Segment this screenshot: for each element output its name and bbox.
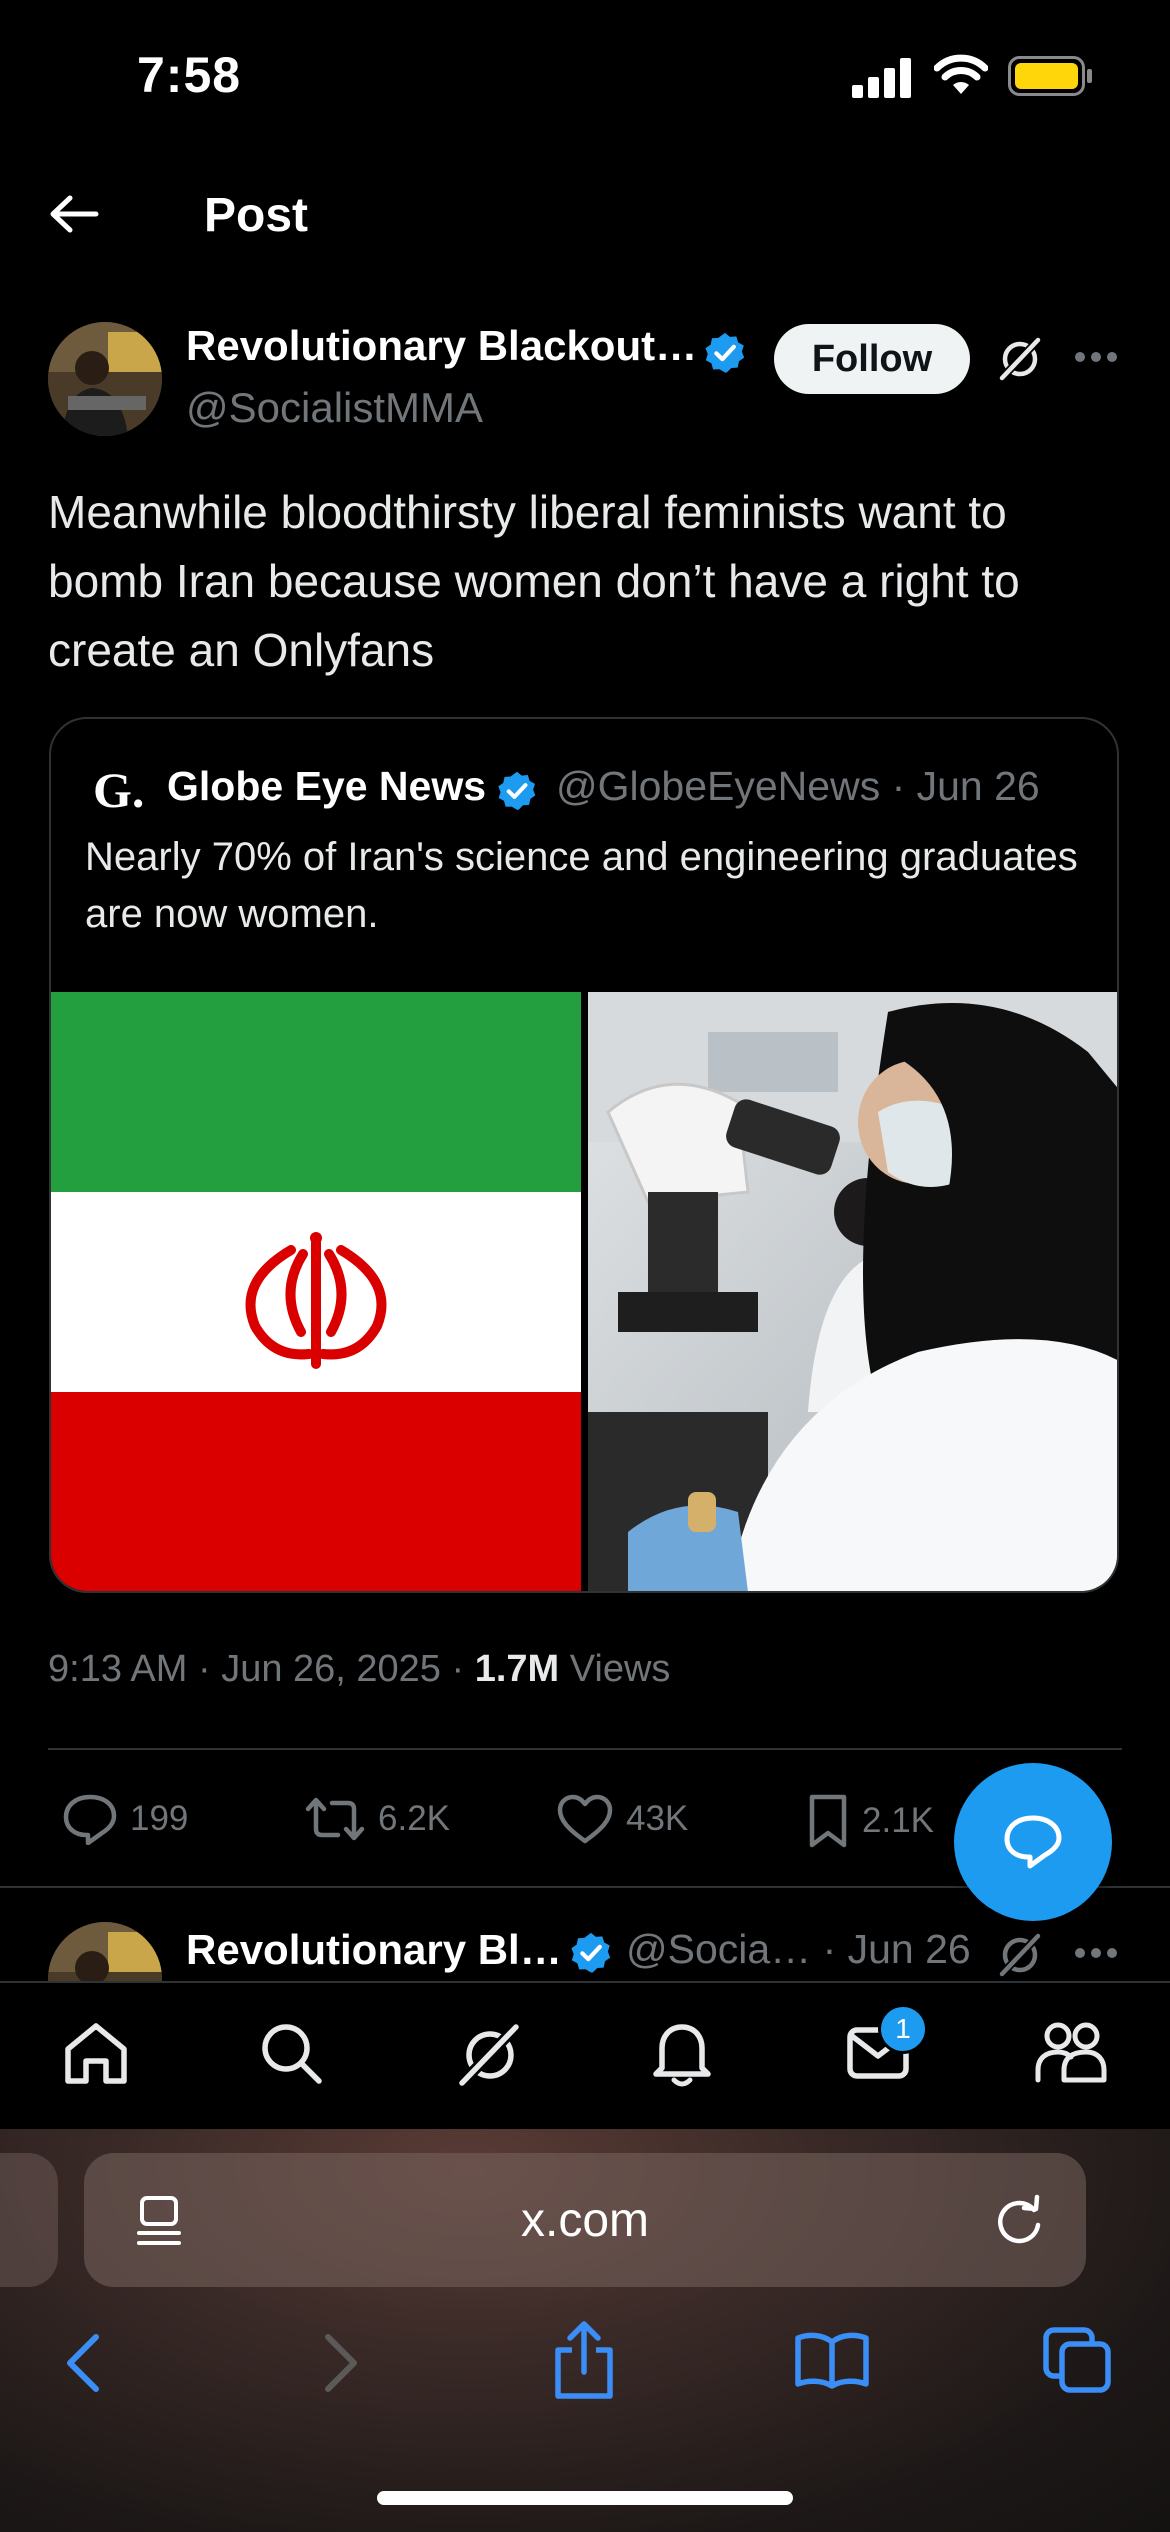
reply-count: 199 xyxy=(130,1799,189,1838)
signal-icon xyxy=(852,58,914,98)
bookmark-count: 2.1K xyxy=(862,1801,934,1840)
views-count: 1.7M xyxy=(474,1648,560,1690)
like-count: 43K xyxy=(626,1799,689,1838)
back-button[interactable] xyxy=(48,194,100,234)
author-avatar[interactable] xyxy=(48,322,162,436)
messages-badge: 1 xyxy=(878,2004,928,2054)
repost-count: 6.2K xyxy=(378,1799,450,1838)
repost-icon xyxy=(305,1797,365,1841)
wifi-icon xyxy=(934,54,988,96)
battery-icon xyxy=(1008,56,1094,96)
share-icon[interactable] xyxy=(550,2320,618,2400)
grok-icon[interactable] xyxy=(454,2019,524,2089)
more-options-icon[interactable] xyxy=(1074,350,1118,364)
reload-icon[interactable] xyxy=(992,2194,1046,2248)
verified-badge-icon xyxy=(568,1930,614,1976)
author-handle[interactable]: @SocialistMMA xyxy=(186,384,483,432)
verified-badge-icon xyxy=(702,330,748,376)
post-text: Meanwhile bloodthirsty liberal feminists… xyxy=(48,486,1020,676)
lab-scientist-image[interactable] xyxy=(588,992,1117,1591)
tabs-icon[interactable] xyxy=(1042,2326,1114,2394)
home-indicator xyxy=(377,2491,793,2505)
iran-flag-image[interactable] xyxy=(51,992,581,1591)
reply-author-name[interactable]: Revolutionary Bl… xyxy=(186,1926,562,1974)
reply-icon xyxy=(63,1794,117,1845)
status-time: 7:58 xyxy=(137,47,242,103)
quote-handle-date: @GlobeEyeNews · Jun 26 xyxy=(556,763,1040,809)
forward-icon[interactable] xyxy=(320,2333,360,2393)
follow-button[interactable]: Follow xyxy=(774,324,970,394)
quote-author-name: Globe Eye News xyxy=(167,763,487,809)
grok-icon[interactable] xyxy=(994,1928,1046,1980)
page-title: Post xyxy=(204,189,309,242)
bookmark-button[interactable]: 2.1K xyxy=(806,1793,934,1849)
views-label: Views xyxy=(559,1648,671,1690)
notifications-icon[interactable] xyxy=(650,2018,714,2088)
bookmark-icon xyxy=(809,1794,847,1848)
back-icon[interactable] xyxy=(64,2333,104,2393)
arrow-left-icon xyxy=(50,195,99,233)
reply-fab-button[interactable] xyxy=(954,1763,1112,1921)
post-timestamp: 9:13 AM · Jun 26, 2025 · xyxy=(48,1648,475,1690)
author-name[interactable]: Revolutionary Blackout… xyxy=(186,322,697,370)
reply-bubble-icon xyxy=(1004,1815,1062,1869)
reply-button[interactable]: 199 xyxy=(62,1793,188,1845)
verified-badge-icon xyxy=(495,769,539,813)
communities-icon[interactable] xyxy=(1034,2020,1108,2086)
repost-button[interactable]: 6.2K xyxy=(304,1793,450,1845)
quote-avatar-logo: G. xyxy=(93,762,145,818)
bookmarks-icon[interactable] xyxy=(794,2330,870,2390)
home-icon[interactable] xyxy=(62,2021,130,2087)
heart-icon xyxy=(557,1794,613,1844)
bottom-tab-bar xyxy=(0,1981,1170,2131)
search-icon[interactable] xyxy=(258,2020,324,2086)
quoted-post-card[interactable]: G. Globe Eye News @GlobeEyeNews · Jun 26… xyxy=(49,717,1119,1593)
post-timestamp-views: 9:13 AM · Jun 26, 2025 · 1.7M Views xyxy=(48,1648,670,1691)
more-options-icon[interactable] xyxy=(1074,1946,1118,1960)
like-button[interactable]: 43K xyxy=(556,1793,688,1845)
grok-icon[interactable] xyxy=(994,332,1046,384)
divider xyxy=(48,1748,1122,1750)
reply-handle-date[interactable]: @Socia… · Jun 26 xyxy=(626,1926,971,1973)
quote-text: Nearly 70% of Iran's science and enginee… xyxy=(85,835,1078,936)
